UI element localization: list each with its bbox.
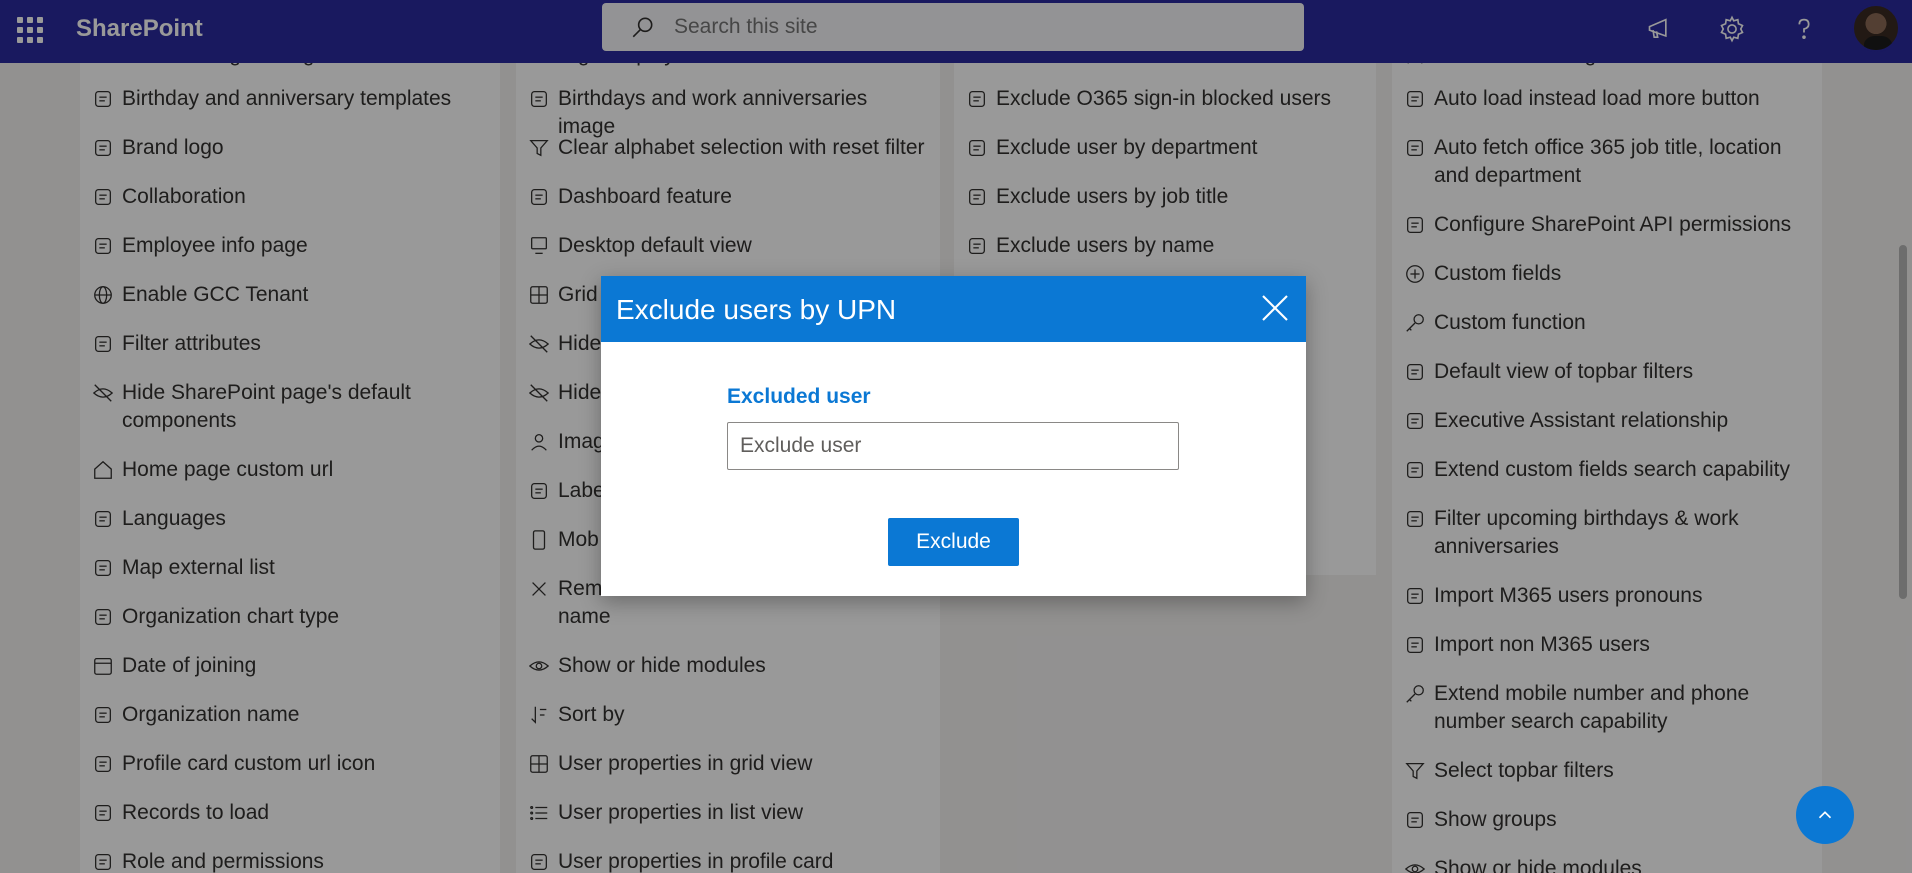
dialog-title: Exclude users by UPN [616,294,897,325]
close-icon[interactable] [1259,292,1291,324]
exclude-button[interactable]: Exclude [888,518,1019,566]
scrollbar-thumb[interactable] [1899,245,1907,599]
chevron-up-icon [1818,811,1832,819]
page-scrollbar[interactable] [1895,63,1912,873]
exclude-user-input[interactable] [727,422,1179,470]
excluded-user-label: Excluded user [727,385,871,408]
exclude-upn-dialog: Exclude users by UPN Excluded user Exclu… [601,276,1306,596]
dialog-header: Exclude users by UPN [601,276,1306,342]
scroll-top-button[interactable] [1796,786,1854,844]
